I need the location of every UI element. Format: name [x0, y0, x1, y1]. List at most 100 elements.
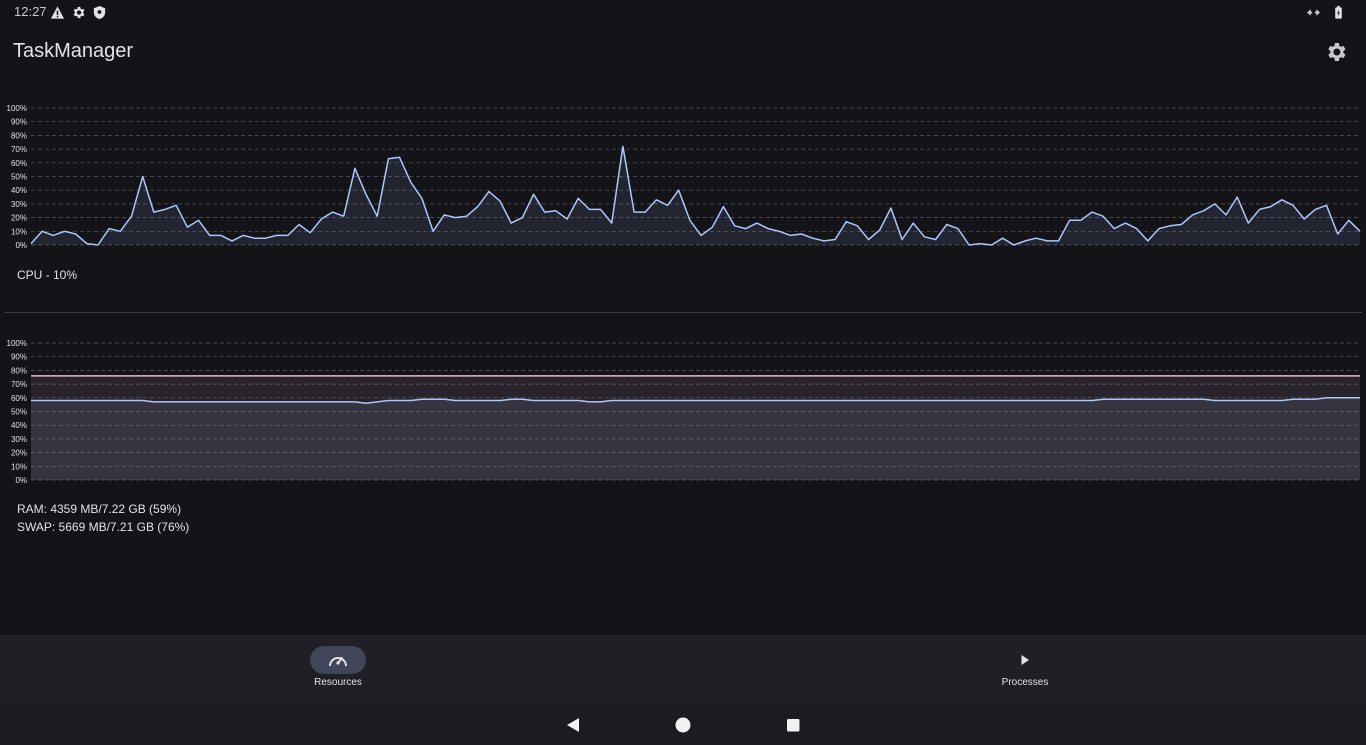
cpu-series-0-point [924, 236, 925, 237]
gear-icon [73, 6, 85, 19]
warning-icon [50, 6, 65, 19]
cpu-tick-label: 70% [11, 145, 27, 154]
cpu-tick-label: 80% [11, 131, 27, 140]
cpu-series-0-point [444, 214, 445, 215]
cpu-series-0-point [243, 235, 244, 236]
cpu-series-0-point [1315, 209, 1316, 210]
cpu-series-0-point [153, 212, 154, 213]
cpu-series-0-point [164, 209, 165, 210]
battery-icon [1335, 5, 1342, 19]
mem-tick-label: 10% [11, 462, 27, 471]
cpu-series-0-point [946, 224, 947, 225]
shield-icon [93, 5, 106, 20]
mem-tick-label: 70% [11, 380, 27, 389]
ram-usage-caption: RAM: 4359 MB/7.22 GB (59%) [17, 502, 182, 516]
nav-item-resources[interactable]: Resources [238, 635, 438, 705]
cpu-series-0-point [555, 210, 556, 211]
cpu-series-0-point [410, 181, 411, 182]
cpu-series-0-point [723, 206, 724, 207]
cpu-series-0-point [1158, 228, 1159, 229]
cpu-series-0-point [332, 212, 333, 213]
cpu-tick-label: 20% [11, 214, 27, 223]
section-divider [4, 312, 1362, 313]
cpu-series-0-point [488, 191, 489, 192]
nav-item-processes[interactable]: Processes [925, 635, 1125, 705]
cpu-tick-label: 10% [11, 227, 27, 236]
mem-tick-label: 20% [11, 449, 27, 458]
swap-usage-caption: SWAP: 5669 MB/7.21 GB (76%) [17, 520, 190, 534]
cpu-series-0-point [868, 239, 869, 240]
mem-tick-label: 100% [7, 339, 27, 348]
cpu-series-0-point [75, 233, 76, 234]
cpu-series-0-point [1103, 216, 1104, 217]
cpu-series-0-point [991, 244, 992, 245]
app-title: TaskManager [13, 40, 134, 62]
cpu-series-0-point [1181, 224, 1182, 225]
cpu-series-0-point [86, 243, 87, 244]
cpu-series-0-point [645, 212, 646, 213]
back-icon[interactable] [564, 716, 582, 734]
recents-icon[interactable] [784, 716, 802, 734]
cpu-series-0-point [254, 238, 255, 239]
cpu-series-0-point [120, 231, 121, 232]
cpu-series-0-point [433, 231, 434, 232]
status-icons-right [1306, 5, 1346, 20]
cpu-series-0-point [1013, 244, 1014, 245]
cpu-series-0-point [109, 228, 110, 229]
cpu-series-0-point [1091, 212, 1092, 213]
cpu-series-0-point [354, 168, 355, 169]
cpu-usage-chart: 0% 10% 20% 30% 40% 50% 60% 70% 80% 90% 100% [7, 104, 1361, 250]
cpu-series-0-point [209, 235, 210, 236]
cpu-series-0-point [1281, 199, 1282, 200]
cpu-series-0-point [1002, 238, 1003, 239]
cpu-series-0-point [1136, 228, 1137, 229]
cpu-series-0-point [276, 235, 277, 236]
cpu-series-0-point [768, 228, 769, 229]
cpu-series-0-point [343, 216, 344, 217]
cpu-series-0-point [745, 228, 746, 229]
cpu-series-0-point [678, 190, 679, 191]
mem-tick-label: 60% [11, 394, 27, 403]
cpu-series-0-point [957, 228, 958, 229]
cpu-series-0-point [1237, 197, 1238, 198]
cpu-series-0-point [42, 231, 43, 232]
memory-usage-chart: 0% 10% 20% 30% 40% 50% 60% 70% 80% 90% 100% [7, 339, 1360, 485]
cpu-series-0-point [902, 239, 903, 240]
cpu-series-0-point [388, 158, 389, 159]
cpu-series-0-point [1248, 223, 1249, 224]
home-icon[interactable] [674, 716, 692, 734]
cpu-series-0-point [634, 212, 635, 213]
cpu-series-0-point [421, 198, 422, 199]
settings-button[interactable] [1324, 40, 1348, 64]
nav-label-resources: Resources [314, 677, 362, 688]
status-icons-left [50, 5, 107, 20]
system-navigation-bar [0, 705, 1366, 745]
cpu-series-0-point [1337, 233, 1338, 234]
mem-tick-label: 30% [11, 435, 27, 444]
cpu-usage-caption: CPU - 10% [17, 268, 78, 282]
data-sync-icon [1306, 9, 1321, 16]
cpu-series-0-point [756, 223, 757, 224]
cpu-series-0-point [890, 207, 891, 208]
cpu-series-0-point [846, 221, 847, 222]
cpu-series-0-point [567, 218, 568, 219]
cpu-series-0-point [913, 223, 914, 224]
cpu-series-0-point [712, 227, 713, 228]
cpu-series-0-point [399, 157, 400, 158]
cpu-series-0-point [801, 233, 802, 234]
gear-icon [1328, 43, 1346, 61]
cpu-series-0-point [511, 223, 512, 224]
cpu-series-0-point [131, 216, 132, 217]
mem-series-1-point [1359, 375, 1360, 376]
cpu-series-0-point [935, 239, 936, 240]
cpu-series-0-point [142, 176, 143, 177]
cpu-series-0-point [1192, 214, 1193, 215]
cpu-tick-label: 40% [11, 186, 27, 195]
status-time: 12:27 [14, 4, 47, 19]
cpu-series-0-point [622, 146, 623, 147]
cpu-series-0-point [1047, 240, 1048, 241]
cpu-series-0-point [500, 201, 501, 202]
cpu-series-0-point [377, 216, 378, 217]
cpu-tick-label: 100% [7, 104, 27, 113]
mem-series-1-point [30, 375, 31, 376]
